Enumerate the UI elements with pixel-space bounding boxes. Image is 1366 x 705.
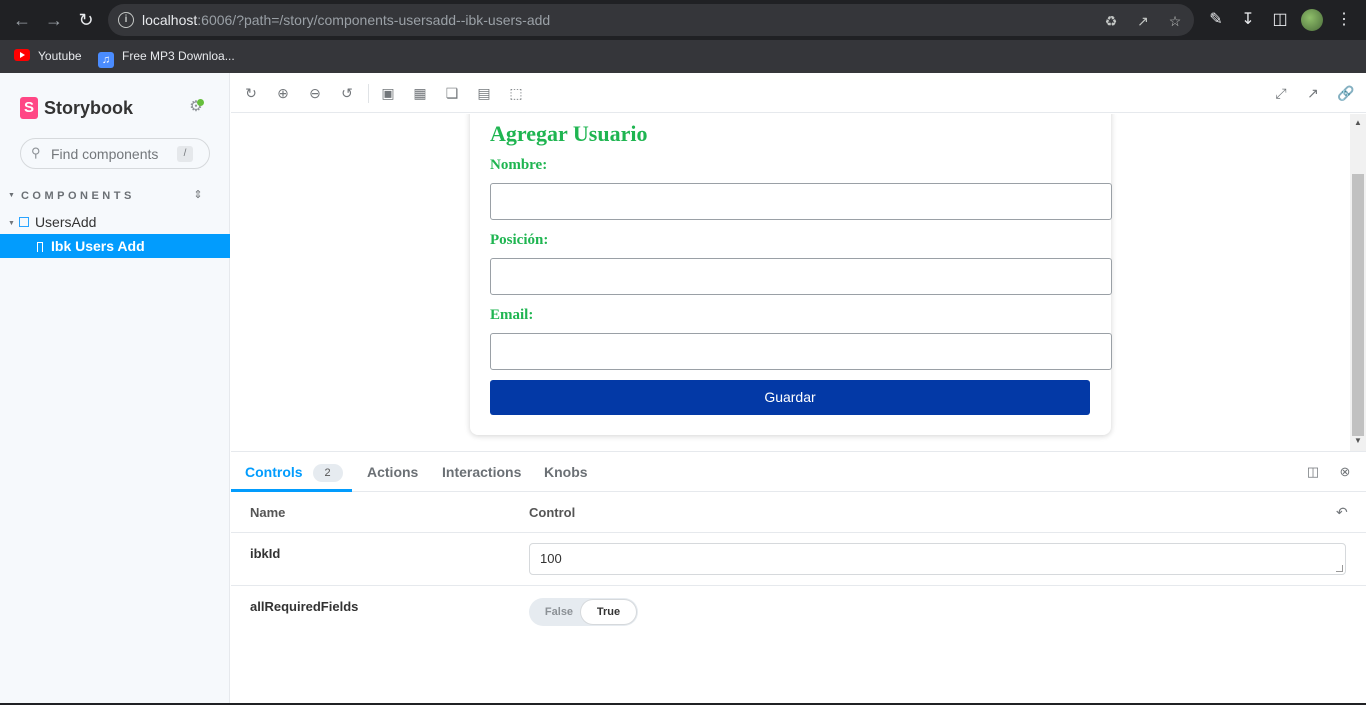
url-text: localhost:6006/?path=/story/components-u…	[142, 12, 551, 28]
download-icon[interactable]: ↧	[1238, 10, 1258, 30]
profile-avatar[interactable]	[1301, 9, 1323, 31]
close-panel-icon[interactable]: ⊗	[1338, 465, 1352, 479]
menu-kebab-icon[interactable]: ⋮	[1334, 10, 1354, 30]
storybook-logo-icon: S	[20, 97, 38, 119]
preview-canvas: Agregar Usuario Nombre: Posición: Email:…	[231, 114, 1366, 451]
forward-arrow-icon[interactable]: →	[42, 8, 66, 32]
nombre-label: Nombre:	[490, 157, 548, 173]
posicion-input[interactable]	[490, 258, 1112, 295]
youtube-icon	[14, 49, 30, 61]
toggle-true-option[interactable]: True	[581, 600, 636, 624]
bookmark-youtube[interactable]: Youtube	[14, 47, 82, 65]
side-panel-icon[interactable]: ◫	[1270, 10, 1290, 30]
control-name-ibkid: ibkId	[250, 546, 281, 561]
email-input[interactable]	[490, 333, 1112, 370]
canvas-toolbar: ↻ ⊕ ⊖ ↺ ▣ ▦ ❏ ▤ ⬚ ⤢ ↗ 🔗	[231, 73, 1366, 113]
reload-icon[interactable]: ↻	[74, 8, 98, 32]
caret-down-icon: ▼	[8, 220, 15, 227]
email-label: Email:	[490, 307, 534, 323]
component-icon	[18, 217, 29, 227]
toggle-false-option[interactable]: False	[537, 600, 581, 624]
sidebar: S Storybook ⚙ ⚲ Find components / ▼ COMPO…	[0, 73, 230, 703]
table-row: ibkId 100	[231, 533, 1366, 586]
tree-story-ibk-users-add[interactable]: Ibk Users Add	[0, 234, 230, 258]
tab-actions[interactable]: Actions	[367, 452, 418, 492]
nombre-input[interactable]	[490, 183, 1112, 220]
update-status-dot	[197, 99, 204, 106]
shortcut-key: /	[177, 146, 193, 162]
panel-orientation-icon[interactable]: ◫	[1306, 465, 1320, 479]
section-header-components[interactable]: ▼ COMPONENTS	[8, 189, 135, 203]
caret-down-icon: ▼	[8, 192, 15, 199]
browser-toolbar: ← → ↻ i localhost:6006/?path=/story/comp…	[0, 0, 1366, 40]
canvas-scrollbar[interactable]: ▲ ▼	[1350, 114, 1366, 451]
site-info-icon[interactable]: i	[118, 12, 134, 28]
zoom-out-icon[interactable]: ⊖	[307, 85, 323, 101]
search-icon: ⚲	[31, 145, 41, 160]
ibkid-textarea[interactable]: 100	[529, 543, 1346, 575]
background-image-icon[interactable]: ▣	[380, 85, 396, 101]
search-input[interactable]: ⚲ Find components /	[20, 138, 210, 169]
back-arrow-icon[interactable]: ←	[10, 8, 34, 32]
bookmarks-bar: Youtube ♫ Free MP3 Downloa...	[0, 40, 1366, 73]
story-bookmark-icon	[37, 242, 43, 252]
remount-icon[interactable]: ↻	[243, 85, 259, 101]
translate-icon[interactable]: ♻	[1102, 12, 1120, 30]
brand-title[interactable]: Storybook	[44, 97, 133, 119]
users-add-form: Agregar Usuario Nombre: Posición: Email:…	[470, 114, 1112, 435]
grid-icon[interactable]: ▦	[412, 85, 428, 101]
tab-knobs[interactable]: Knobs	[544, 452, 588, 492]
form-title: Agregar Usuario	[490, 121, 648, 146]
outline-icon[interactable]: ⬚	[508, 85, 524, 101]
table-row: allRequiredFields False True	[231, 586, 1366, 639]
column-control: Control	[529, 505, 576, 520]
collapse-all-icon[interactable]: ⇕	[192, 188, 204, 202]
scroll-up-arrow-icon[interactable]: ▲	[1350, 118, 1366, 127]
tab-interactions[interactable]: Interactions	[442, 452, 521, 492]
zoom-reset-icon[interactable]: ↺	[339, 85, 355, 101]
fullscreen-icon[interactable]: ⤢	[1273, 85, 1289, 101]
share-icon[interactable]: ↗	[1134, 12, 1152, 30]
scroll-thumb[interactable]	[1352, 174, 1364, 436]
toolbar-divider	[368, 84, 369, 103]
controls-count-badge: 2	[312, 464, 343, 482]
addon-tabs: Controls 2 Actions Interactions Knobs ◫ ⊗	[231, 452, 1366, 492]
tab-controls[interactable]: Controls 2	[245, 452, 343, 492]
controls-table-header: Name Control ↶	[231, 493, 1366, 533]
active-tab-indicator	[231, 489, 352, 492]
viewport-icon[interactable]: ❏	[444, 85, 460, 101]
reset-controls-icon[interactable]: ↶	[1336, 504, 1350, 520]
measure-icon[interactable]: ▤	[476, 85, 492, 101]
open-new-tab-icon[interactable]: ↗	[1305, 85, 1321, 101]
address-bar[interactable]: i localhost:6006/?path=/story/components…	[108, 4, 1194, 36]
copy-link-icon[interactable]: 🔗	[1337, 85, 1354, 101]
scroll-down-arrow-icon[interactable]: ▼	[1350, 436, 1366, 445]
storybook-app: S Storybook ⚙ ⚲ Find components / ▼ COMPO…	[0, 73, 1366, 705]
allrequiredfields-toggle[interactable]: False True	[529, 598, 638, 626]
posicion-label: Posición:	[490, 232, 549, 248]
guardar-button[interactable]: Guardar	[490, 380, 1090, 415]
zoom-in-icon[interactable]: ⊕	[275, 85, 291, 101]
search-placeholder: Find components	[51, 146, 159, 162]
addons-panel: Controls 2 Actions Interactions Knobs ◫ ⊗…	[231, 451, 1366, 703]
bookmark-mp3[interactable]: ♫ Free MP3 Downloa...	[98, 47, 235, 68]
music-icon: ♫	[98, 52, 114, 68]
control-name-allrequiredfields: allRequiredFields	[250, 599, 359, 614]
extensions-icon[interactable]: ✎	[1206, 10, 1226, 30]
bookmark-star-icon[interactable]: ☆	[1166, 12, 1184, 30]
tree-component-usersadd[interactable]: ▼ UsersAdd	[8, 213, 96, 231]
column-name: Name	[250, 505, 286, 520]
